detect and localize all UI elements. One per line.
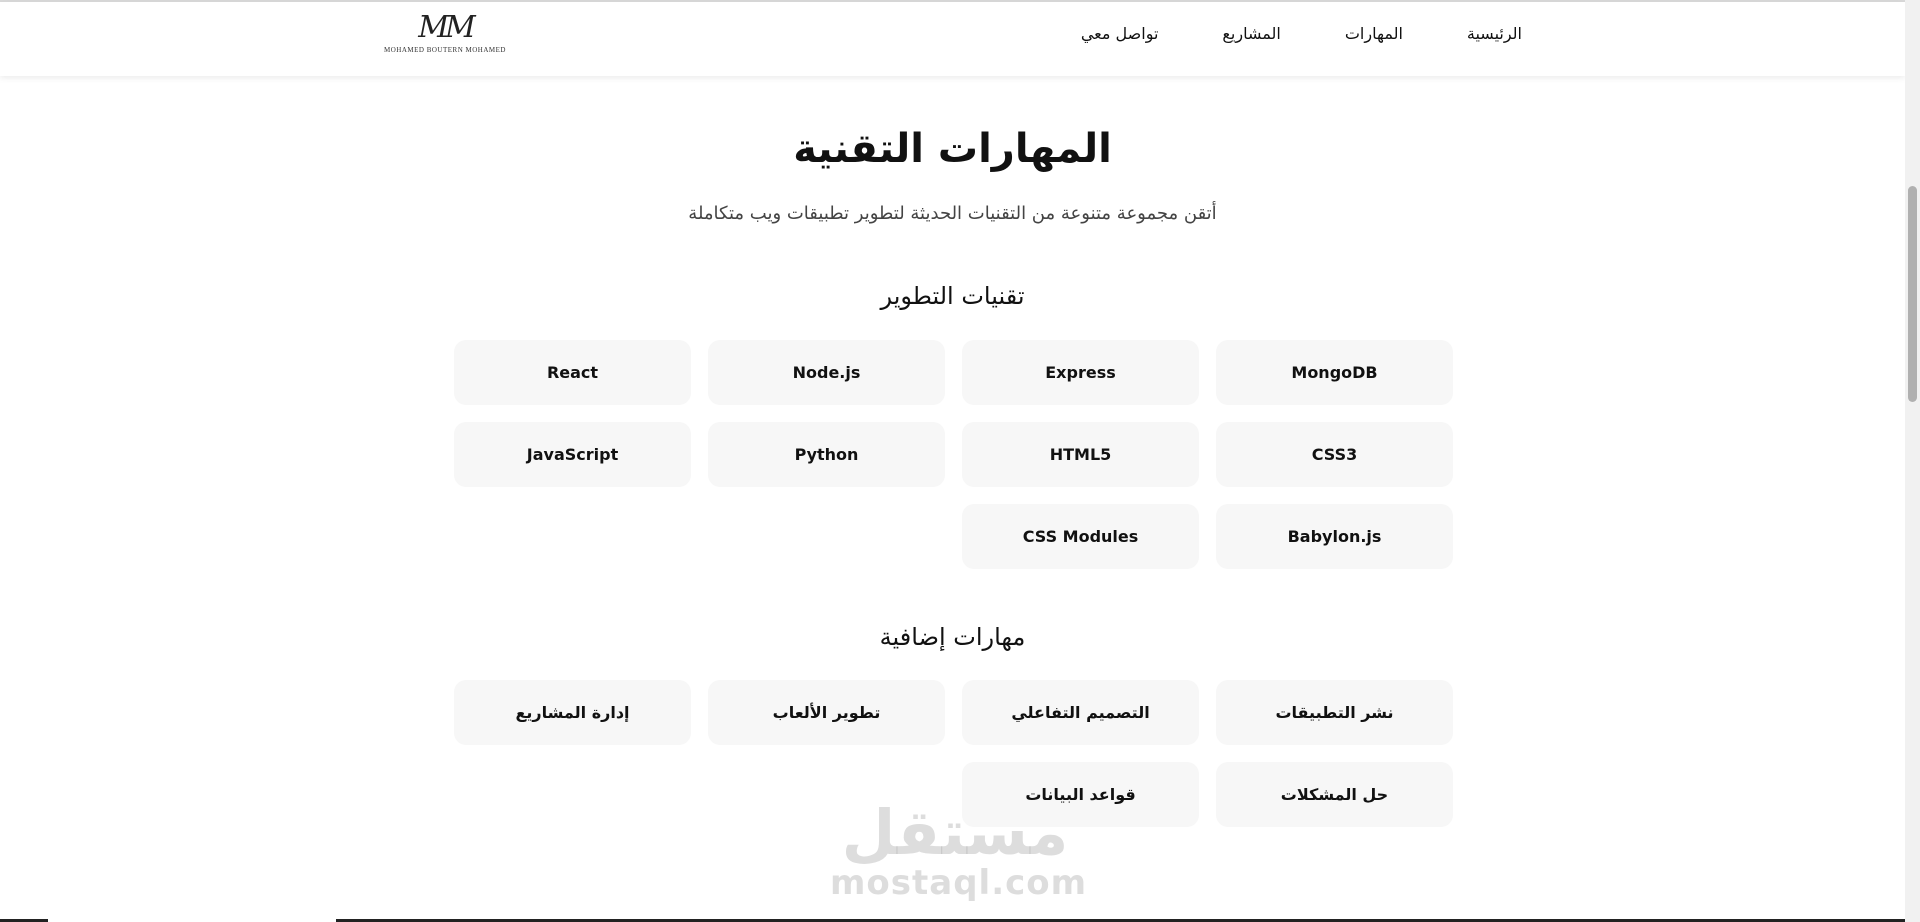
logo[interactable]: MM MOHAMED BOUTERN MOHAMED [383,10,507,60]
main-nav: تواصل معي المشاريع المهارات الرئيسية [1081,24,1522,43]
skill-card: Babylon.js [1216,504,1453,569]
skill-card: التصميم التفاعلي [962,680,1199,745]
skill-card: MongoDB [1216,340,1453,405]
nav-projects[interactable]: المشاريع [1222,24,1280,43]
nav-home[interactable]: الرئيسية [1467,24,1522,43]
dev-section-title: تقنيات التطوير [880,282,1025,310]
skill-card: React [454,340,691,405]
page: MM MOHAMED BOUTERN MOHAMED تواصل معي الم… [0,0,1920,922]
skill-card: CSS Modules [962,504,1199,569]
skill-card: تطوير الألعاب [708,680,945,745]
extra-section-title: مهارات إضافية [879,623,1026,651]
skill-card: Express [962,340,1199,405]
watermark-latin: mostaql.com [830,863,1088,903]
site-header: MM MOHAMED BOUTERN MOHAMED تواصل معي الم… [0,2,1905,76]
nav-skills[interactable]: المهارات [1345,24,1403,43]
skill-card: Node.js [708,340,945,405]
page-subtitle: أتقن مجموعة متنوعة من التقنيات الحديثة ل… [688,203,1217,224]
logo-subtitle: MOHAMED BOUTERN MOHAMED [384,46,506,54]
skill-card: قواعد البيانات [962,762,1199,827]
skill-card: إدارة المشاريع [454,680,691,745]
skill-card: حل المشكلات [1216,762,1453,827]
skill-card: JavaScript [454,422,691,487]
vertical-scrollbar[interactable] [1905,0,1920,922]
logo-mark: MM [418,10,475,45]
dev-skills-grid: MongoDB Express Node.js React CSS3 HTML5… [453,340,1453,569]
skill-card: HTML5 [962,422,1199,487]
skill-card: CSS3 [1216,422,1453,487]
skill-card: نشر التطبيقات [1216,680,1453,745]
nav-contact[interactable]: تواصل معي [1081,24,1159,43]
skill-card: Python [708,422,945,487]
scrollbar-thumb[interactable] [1908,186,1917,402]
page-title: المهارات التقنية [793,126,1112,172]
extra-skills-grid: نشر التطبيقات التصميم التفاعلي تطوير الأ… [453,680,1453,827]
